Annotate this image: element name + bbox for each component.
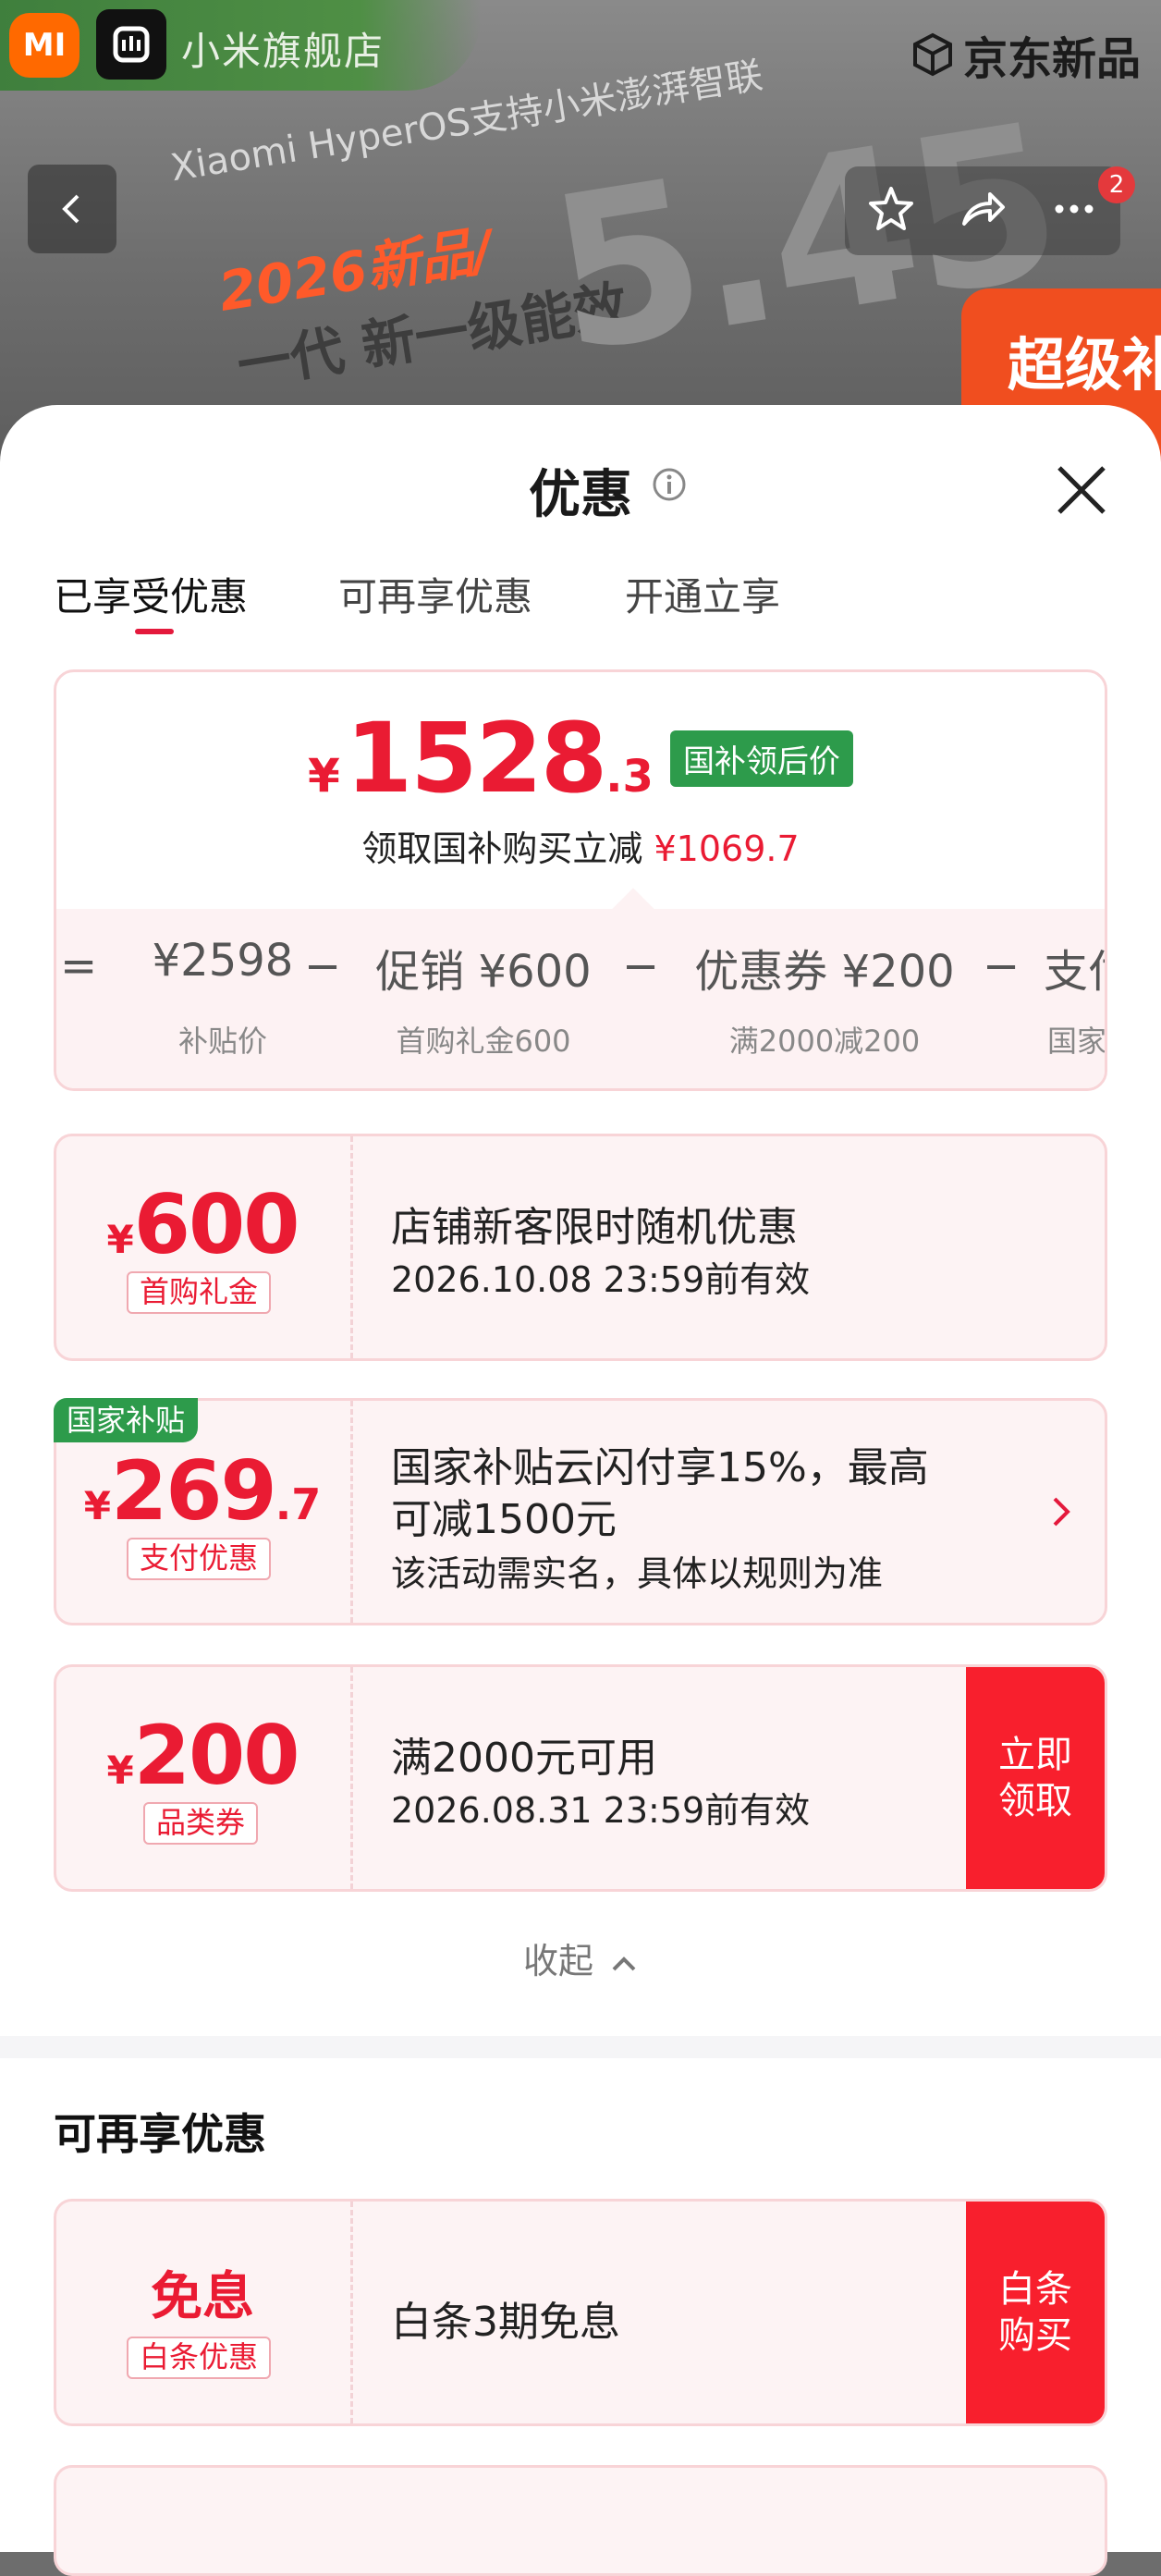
offer-amount: 免息 bbox=[151, 2267, 254, 2327]
formula-item: 优惠券 ¥200 bbox=[694, 946, 955, 998]
coupon-type-label: 支付优惠 bbox=[127, 1538, 272, 1580]
notification-badge: 2 bbox=[1098, 166, 1135, 203]
close-icon bbox=[1057, 466, 1106, 514]
star-icon[interactable] bbox=[865, 183, 917, 239]
coupon-amount: ¥600 bbox=[106, 1177, 300, 1272]
chevron-up-icon bbox=[612, 1956, 636, 1970]
claim-coupon-button[interactable]: 立即 领取 bbox=[966, 1667, 1105, 1889]
formula-item: ¥2598 bbox=[152, 935, 294, 987]
sheet-title: 优惠 bbox=[529, 465, 632, 525]
offer-type-label: 白条优惠 bbox=[127, 2337, 272, 2379]
formula-sub: 满2000减200 bbox=[728, 1024, 921, 1059]
mi-logo: MI bbox=[9, 13, 79, 78]
coupon-amount: ¥200 bbox=[106, 1708, 300, 1803]
offer-card-partial[interactable] bbox=[54, 2465, 1107, 2576]
installment-offer-card[interactable]: 免息 白条优惠 白条3期免息 白条 购买 bbox=[54, 2199, 1107, 2426]
info-icon[interactable] bbox=[652, 467, 687, 502]
coupon-title: 店铺新客限时随机优惠 bbox=[391, 1204, 798, 1251]
back-button[interactable] bbox=[28, 165, 116, 253]
store-name[interactable]: 小米旗舰店 bbox=[181, 20, 385, 77]
formula-operator: − bbox=[983, 940, 1020, 992]
section-title-more: 可再享优惠 bbox=[54, 2109, 266, 2159]
coupon-card[interactable]: ¥600 首购礼金 店铺新客限时随机优惠 2026.10.08 23:59前有效 bbox=[54, 1134, 1107, 1361]
more-icon[interactable] bbox=[1048, 183, 1100, 239]
chevron-left-icon bbox=[62, 194, 79, 224]
formula-sub: 国家 bbox=[1047, 1024, 1107, 1059]
coupon-divider bbox=[350, 2202, 353, 2423]
coupon-title: 国家补贴云闪付享15%，最高 bbox=[391, 1444, 929, 1491]
collapse-button[interactable]: 收起 bbox=[0, 1932, 1161, 1983]
coupon-title: 满2000元可用 bbox=[391, 1735, 657, 1782]
coupon-title-line2: 可减1500元 bbox=[391, 1496, 617, 1543]
coupon-type-label: 首购礼金 bbox=[127, 1271, 272, 1314]
tab-enjoyed[interactable]: 已享受优惠 bbox=[54, 566, 248, 622]
coupon-divider bbox=[350, 1667, 353, 1889]
coupon-divider bbox=[350, 1136, 353, 1358]
formula-operator: = bbox=[60, 940, 98, 992]
header-actions bbox=[845, 166, 1120, 255]
national-subsidy-tag: 国家补贴 bbox=[54, 1398, 199, 1442]
formula-operator: − bbox=[304, 940, 342, 992]
section-separator bbox=[0, 2036, 1161, 2058]
coupon-validity: 2026.08.31 23:59前有效 bbox=[391, 1790, 811, 1831]
price-tag-badge: 国补领后价 bbox=[669, 730, 853, 787]
tab-activate[interactable]: 开通立享 bbox=[625, 566, 780, 622]
tab-active-indicator bbox=[135, 629, 174, 634]
coupon-type-label: 品类券 bbox=[143, 1802, 259, 1845]
price-summary-card: ¥ 1528 .3 国补领后价 领取国补购买立减 ¥1069.7 = ¥2598… bbox=[54, 669, 1107, 1091]
formula-item: 支付 bbox=[1044, 946, 1105, 998]
coupon-amount: ¥269.7 bbox=[83, 1443, 322, 1539]
baitiao-buy-button[interactable]: 白条 购买 bbox=[966, 2202, 1105, 2423]
savings-value: ¥1069.7 bbox=[654, 828, 800, 869]
coupon-card[interactable]: ¥200 品类券 满2000元可用 2026.08.31 23:59前有效 立即… bbox=[54, 1664, 1107, 1892]
coupon-validity: 2026.10.08 23:59前有效 bbox=[391, 1259, 811, 1300]
cube-icon bbox=[912, 32, 952, 77]
offer-title: 白条3期免息 bbox=[391, 2299, 620, 2346]
coupon-divider bbox=[350, 1401, 353, 1623]
formula-sub: 补贴价 bbox=[177, 1024, 267, 1059]
final-price: ¥ 1528 .3 国补领后价 bbox=[56, 702, 1105, 815]
coupon-card[interactable]: ¥269.7 支付优惠 国家补贴云闪付享15%，最高 可减1500元 该活动需实… bbox=[54, 1398, 1107, 1625]
savings-line: 领取国补购买立减 ¥1069.7 bbox=[361, 828, 800, 869]
formula-sub: 首购礼金600 bbox=[396, 1024, 571, 1059]
coupon-note: 该活动需实名，具体以规则为准 bbox=[391, 1553, 884, 1594]
mijia-logo bbox=[96, 9, 166, 80]
formula-operator: − bbox=[622, 940, 660, 992]
share-icon[interactable] bbox=[957, 183, 1008, 239]
formula-item: 促销 ¥600 bbox=[375, 946, 592, 998]
tab-more-available[interactable]: 可再享优惠 bbox=[338, 566, 532, 622]
jd-new-product-tag: 京东新品 bbox=[910, 22, 1141, 87]
close-button[interactable] bbox=[1045, 453, 1118, 527]
chevron-right-icon[interactable] bbox=[1047, 1493, 1075, 1530]
